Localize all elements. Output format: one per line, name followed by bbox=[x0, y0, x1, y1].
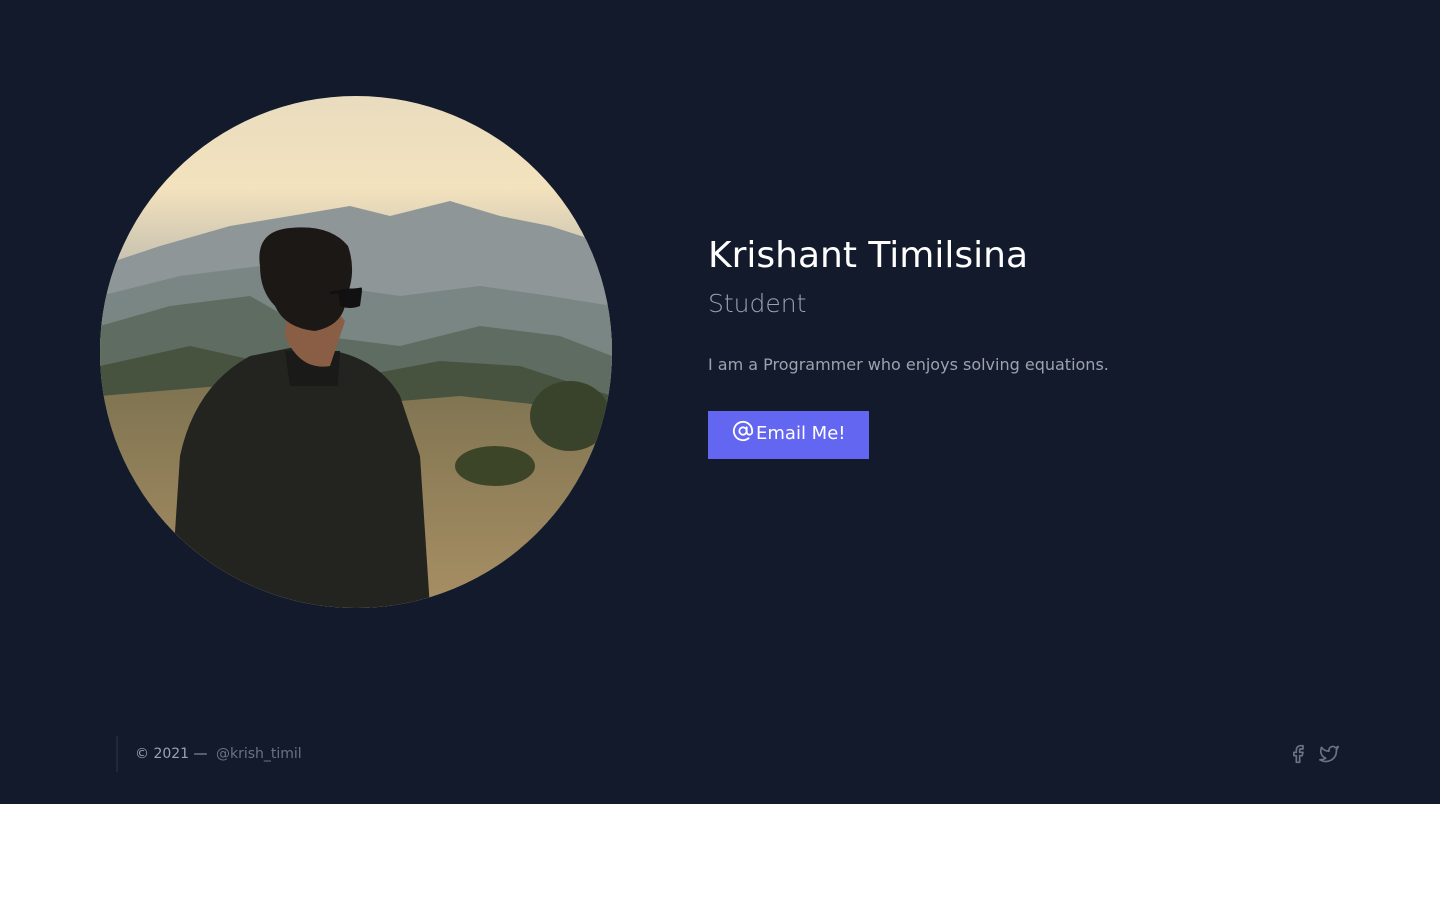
page: Krishant Timilsina Student I am a Progra… bbox=[0, 0, 1440, 804]
twitter-handle-link[interactable]: @krish_timil bbox=[216, 746, 302, 762]
footer-copyright: © 2021 — @krish_timil bbox=[135, 745, 302, 763]
profile-role: Student bbox=[708, 289, 807, 318]
profile-name: Krishant Timilsina bbox=[708, 235, 1029, 276]
copyright-text: © 2021 — bbox=[135, 746, 208, 762]
facebook-link[interactable] bbox=[1288, 744, 1308, 764]
social-links bbox=[1288, 744, 1340, 764]
twitter-icon bbox=[1318, 744, 1340, 764]
profile-bio: I am a Programmer who enjoys solving equ… bbox=[708, 355, 1109, 374]
at-sign-icon bbox=[732, 420, 754, 442]
profile-photo bbox=[100, 96, 612, 608]
email-me-button[interactable]: Email Me! bbox=[708, 411, 870, 459]
hero-section: Krishant Timilsina Student I am a Progra… bbox=[0, 0, 1440, 700]
footer: © 2021 — @krish_timil bbox=[0, 736, 1440, 772]
profile-info: Krishant Timilsina Student I am a Progra… bbox=[708, 230, 1308, 459]
email-button-label: Email Me! bbox=[756, 422, 846, 444]
footer-divider bbox=[116, 736, 118, 772]
twitter-link[interactable] bbox=[1318, 744, 1340, 764]
facebook-icon bbox=[1288, 744, 1308, 764]
